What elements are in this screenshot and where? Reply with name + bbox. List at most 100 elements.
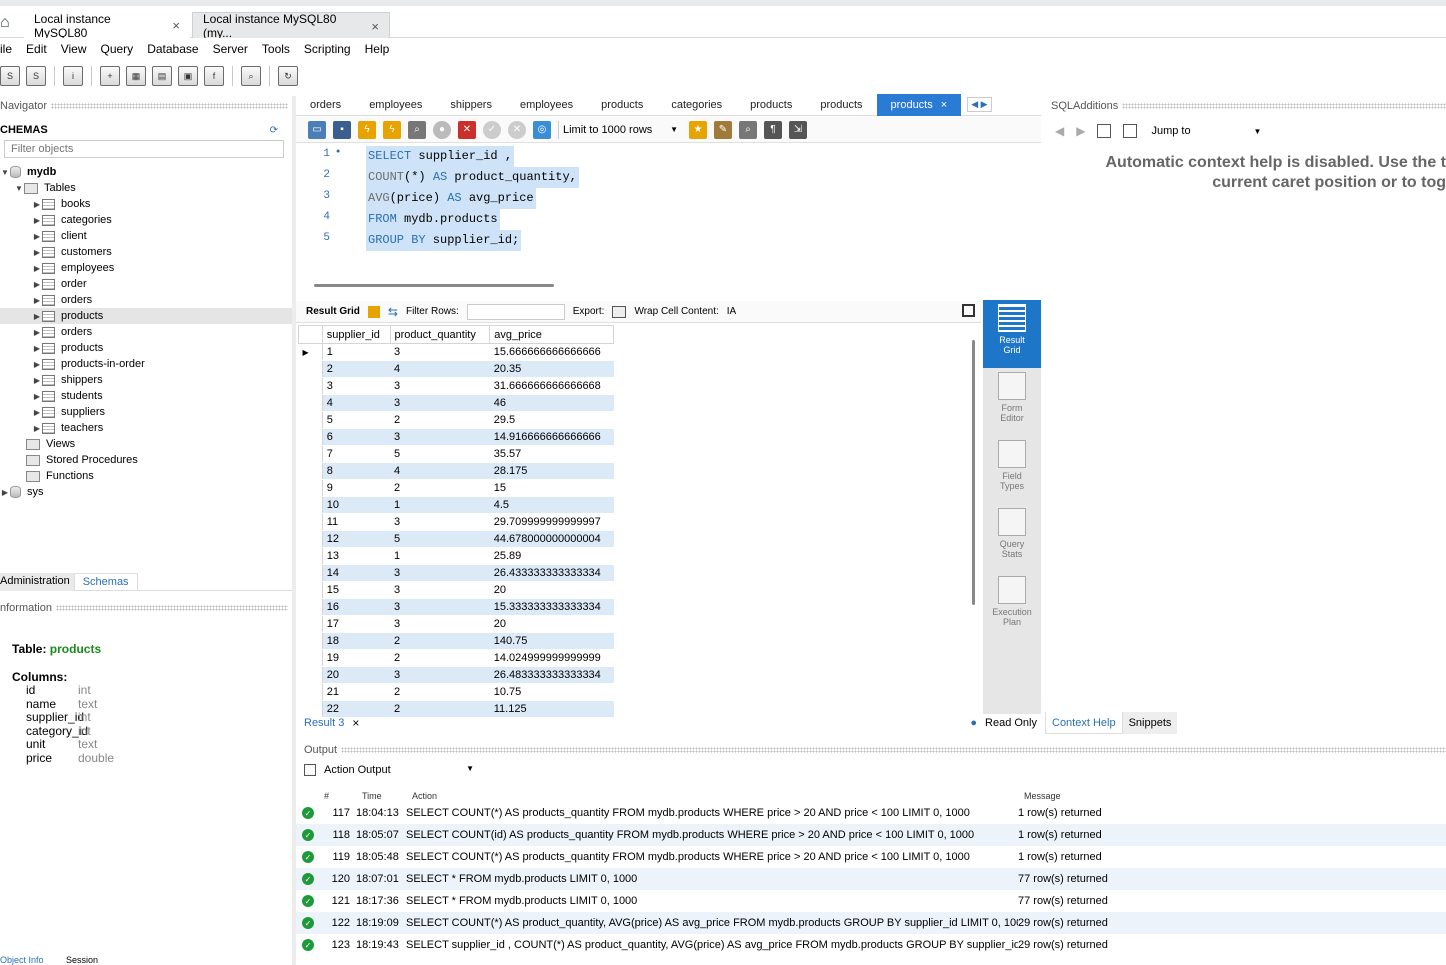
tree-tables-folder[interactable]: ▼ Tables: [0, 180, 292, 196]
forward-icon[interactable]: ▶: [1076, 124, 1085, 138]
grid-cell[interactable]: 44.678000000000004: [489, 530, 614, 548]
row-header[interactable]: [298, 411, 323, 429]
tab-products[interactable]: products: [587, 94, 657, 116]
row-header[interactable]: [298, 632, 323, 650]
expand-icon[interactable]: ▶: [32, 392, 42, 401]
refresh-icon[interactable]: ⇆: [388, 305, 398, 319]
search-table-data-icon[interactable]: ⌕: [241, 66, 261, 86]
menu-database[interactable]: Database: [147, 42, 198, 56]
expand-icon[interactable]: ▼: [0, 168, 10, 177]
close-icon[interactable]: ×: [941, 99, 947, 111]
output-row[interactable]: ✓ 117 18:04:13 SELECT COUNT(*) AS products_…: [296, 802, 1446, 824]
create-function-icon[interactable]: f: [204, 66, 224, 86]
grid-cell[interactable]: 25.89: [489, 547, 614, 565]
refresh-icon[interactable]: ⟳: [270, 125, 278, 136]
grid-cell[interactable]: 2: [390, 479, 490, 497]
new-sql-tab-icon[interactable]: S: [0, 66, 20, 86]
row-header[interactable]: [298, 547, 323, 565]
grid-cell[interactable]: 2: [322, 360, 391, 378]
grid-cell[interactable]: 1: [322, 343, 391, 361]
filter-objects-box[interactable]: [4, 140, 284, 158]
menu-server[interactable]: Server: [213, 42, 248, 56]
expand-icon[interactable]: ▶: [32, 200, 42, 209]
grid-cell[interactable]: 4.5: [489, 496, 614, 514]
grid-cell[interactable]: 14.916666666666666: [489, 428, 614, 446]
table-row[interactable]: 17 3 20: [298, 615, 614, 633]
tree-table-suppliers[interactable]: ▶ suppliers: [0, 404, 292, 420]
reconnect-icon[interactable]: ↻: [278, 66, 298, 86]
expand-icon[interactable]: ▶: [32, 328, 42, 337]
grid-cell[interactable]: 4: [322, 394, 391, 412]
grid-cell[interactable]: 29.5: [489, 411, 614, 429]
row-header[interactable]: [298, 428, 323, 446]
grid-cell[interactable]: 14: [322, 564, 391, 582]
create-table-icon[interactable]: ▦: [126, 66, 146, 86]
table-row[interactable]: 21 2 10.75: [298, 683, 614, 701]
tree-table-orders[interactable]: ▶ orders: [0, 292, 292, 308]
explain-icon[interactable]: ⌕: [408, 120, 426, 139]
expand-icon[interactable]: ▶: [32, 296, 42, 305]
toggle-panel-icon[interactable]: [962, 304, 975, 317]
grid-cell[interactable]: 3: [390, 343, 490, 361]
grid-cell[interactable]: 20.35: [489, 360, 614, 378]
expand-icon[interactable]: ▶: [32, 264, 42, 273]
grid-cell[interactable]: 15.333333333333334: [489, 598, 614, 616]
tree-table-employees[interactable]: ▶ employees: [0, 260, 292, 276]
context-help-icon[interactable]: [1097, 124, 1112, 138]
table-row[interactable]: 15 3 20: [298, 581, 614, 599]
grid-cell[interactable]: 7: [322, 445, 391, 463]
row-header[interactable]: [298, 496, 323, 514]
connection-tab-2[interactable]: Local instance MySQL80 (my... ×: [192, 12, 390, 40]
grid-cell[interactable]: 3: [390, 581, 490, 599]
result-tab[interactable]: Result 3: [304, 717, 344, 729]
grid-cell[interactable]: 6: [322, 428, 391, 446]
grid-cell[interactable]: 35.57: [489, 445, 614, 463]
grid-cell[interactable]: 5: [390, 530, 490, 548]
table-row[interactable]: 5 2 29.5: [298, 411, 614, 429]
grid-cell[interactable]: 11: [322, 513, 391, 531]
side-execution-plan-button[interactable]: Execution Plan: [983, 572, 1041, 640]
add-snippet-icon[interactable]: ★: [689, 120, 707, 139]
sql-line[interactable]: FROM mydb.products: [366, 209, 500, 230]
inspector-icon[interactable]: i: [63, 66, 83, 86]
rollback-icon[interactable]: ✕: [508, 120, 526, 139]
grid-cell[interactable]: 15: [489, 479, 614, 497]
table-row[interactable]: 9 2 15: [298, 479, 614, 497]
execute-current-icon[interactable]: ϟ: [383, 120, 401, 139]
output-row[interactable]: ✓ 118 18:05:07 SELECT COUNT(id) AS products…: [296, 824, 1446, 846]
close-icon[interactable]: ×: [172, 18, 180, 33]
grid-cell[interactable]: 9: [322, 479, 391, 497]
grid-cell[interactable]: 3: [390, 377, 490, 395]
tree-table-customers[interactable]: ▶ customers: [0, 244, 292, 260]
table-row[interactable]: 18 2 140.75: [298, 632, 614, 650]
expand-icon[interactable]: ▶: [32, 232, 42, 241]
grid-cell[interactable]: 21: [322, 683, 391, 701]
export-icon[interactable]: [612, 305, 627, 318]
grid-cell[interactable]: 8: [322, 462, 391, 480]
menu-help[interactable]: Help: [365, 42, 390, 56]
jump-to-select[interactable]: Jump to ▼: [1149, 122, 1263, 140]
row-header[interactable]: [298, 479, 323, 497]
grid-cell[interactable]: 3: [390, 598, 490, 616]
tree-table-teachers[interactable]: ▶ teachers: [0, 420, 292, 436]
tab-products[interactable]: products ×: [876, 93, 962, 116]
row-header[interactable]: [298, 513, 323, 531]
tree-views[interactable]: Views: [0, 436, 292, 452]
table-row[interactable]: 8 4 28.175: [298, 462, 614, 480]
filter-rows-input[interactable]: [466, 303, 565, 320]
tree-table-shippers[interactable]: ▶ shippers: [0, 372, 292, 388]
tab-employees[interactable]: employees: [506, 94, 587, 116]
output-row[interactable]: ✓ 123 18:19:43 SELECT supplier_id , COUNT(*…: [296, 934, 1446, 956]
tab-products[interactable]: products: [736, 94, 806, 116]
home-icon[interactable]: ⌂: [0, 14, 16, 32]
side-result-grid-button[interactable]: Result Grid: [983, 300, 1041, 368]
tree-procedures[interactable]: Stored Procedures: [0, 452, 292, 468]
grid-cell[interactable]: 1: [390, 496, 490, 514]
table-row[interactable]: 12 5 44.678000000000004: [298, 530, 614, 548]
tree-table-categories[interactable]: ▶ categories: [0, 212, 292, 228]
grid-cell[interactable]: 26.433333333333334: [489, 564, 614, 582]
tree-db-sys[interactable]: ▶ sys: [0, 484, 292, 500]
grid-cell[interactable]: 5: [322, 411, 391, 429]
grid-cell[interactable]: 26.483333333333334: [489, 666, 614, 684]
tab-session[interactable]: Session: [66, 955, 98, 965]
